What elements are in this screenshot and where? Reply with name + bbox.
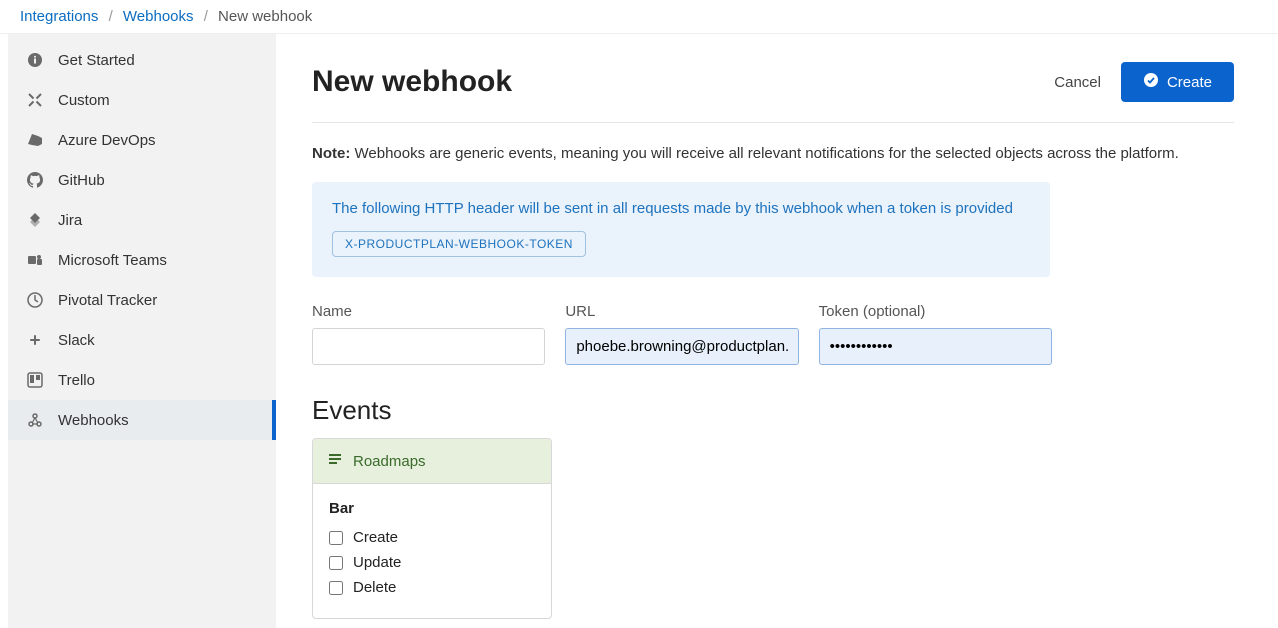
name-label: Name bbox=[312, 303, 545, 320]
sidebar-item-slack[interactable]: Slack bbox=[8, 320, 276, 360]
note-line: Note: Webhooks are generic events, meani… bbox=[312, 145, 1234, 162]
sidebar-item-label: Trello bbox=[58, 372, 95, 389]
sidebar-item-label: GitHub bbox=[58, 172, 105, 189]
main-content: New webhook Cancel Create Note: Webhooks… bbox=[276, 34, 1278, 628]
sidebar-item-azure-devops[interactable]: Azure DevOps bbox=[8, 120, 276, 160]
sidebar-item-webhooks[interactable]: Webhooks bbox=[8, 400, 276, 440]
jira-icon bbox=[26, 211, 44, 229]
note-text: Webhooks are generic events, meaning you… bbox=[350, 145, 1178, 162]
trello-icon bbox=[26, 371, 44, 389]
create-button-label: Create bbox=[1167, 74, 1212, 91]
list-icon bbox=[327, 451, 343, 471]
breadcrumb-sep: / bbox=[204, 8, 208, 25]
sidebar-item-label: Webhooks bbox=[58, 412, 129, 429]
events-panel: Roadmaps Bar Create Update Delete bbox=[312, 438, 552, 619]
sidebar-item-label: Jira bbox=[58, 212, 82, 229]
cancel-button[interactable]: Cancel bbox=[1054, 74, 1101, 91]
url-input[interactable] bbox=[565, 328, 798, 365]
info-circle-icon bbox=[26, 51, 44, 69]
sidebar: Get Started Custom Azure DevOps GitHub J… bbox=[8, 34, 276, 628]
event-label: Create bbox=[353, 529, 398, 546]
sidebar-item-label: Slack bbox=[58, 332, 95, 349]
github-icon bbox=[26, 171, 44, 189]
sidebar-item-custom[interactable]: Custom bbox=[8, 80, 276, 120]
sidebar-item-github[interactable]: GitHub bbox=[8, 160, 276, 200]
sidebar-item-label: Get Started bbox=[58, 52, 135, 69]
sidebar-item-jira[interactable]: Jira bbox=[8, 200, 276, 240]
sidebar-item-pivotal-tracker[interactable]: Pivotal Tracker bbox=[8, 280, 276, 320]
event-label: Update bbox=[353, 554, 401, 571]
form-row: Name URL Token (optional) bbox=[312, 303, 1052, 365]
event-checkbox-create[interactable] bbox=[329, 531, 343, 545]
azure-icon bbox=[26, 131, 44, 149]
info-box: The following HTTP header will be sent i… bbox=[312, 182, 1050, 277]
event-label: Delete bbox=[353, 579, 396, 596]
breadcrumb: Integrations / Webhooks / New webhook bbox=[0, 0, 1278, 34]
teams-icon bbox=[26, 251, 44, 269]
event-row-update: Update bbox=[329, 550, 535, 575]
events-panel-header[interactable]: Roadmaps bbox=[313, 439, 551, 484]
sidebar-item-label: Custom bbox=[58, 92, 110, 109]
check-circle-icon bbox=[1143, 72, 1159, 92]
event-row-create: Create bbox=[329, 525, 535, 550]
url-label: URL bbox=[565, 303, 798, 320]
note-label: Note: bbox=[312, 145, 350, 162]
webhook-icon bbox=[26, 411, 44, 429]
event-row-delete: Delete bbox=[329, 575, 535, 600]
breadcrumb-link-integrations[interactable]: Integrations bbox=[20, 8, 98, 25]
breadcrumb-current: New webhook bbox=[218, 8, 312, 25]
token-label: Token (optional) bbox=[819, 303, 1052, 320]
events-title: Events bbox=[312, 395, 1234, 426]
breadcrumb-sep: / bbox=[109, 8, 113, 25]
sidebar-item-trello[interactable]: Trello bbox=[8, 360, 276, 400]
slack-icon bbox=[26, 331, 44, 349]
sidebar-item-label: Microsoft Teams bbox=[58, 252, 167, 269]
page-title: New webhook bbox=[312, 65, 512, 99]
info-box-text: The following HTTP header will be sent i… bbox=[332, 200, 1030, 217]
event-checkbox-update[interactable] bbox=[329, 556, 343, 570]
sidebar-item-get-started[interactable]: Get Started bbox=[8, 40, 276, 80]
pivotal-icon bbox=[26, 291, 44, 309]
events-group-name: Bar bbox=[329, 500, 535, 517]
sidebar-item-label: Azure DevOps bbox=[58, 132, 156, 149]
breadcrumb-link-webhooks[interactable]: Webhooks bbox=[123, 8, 194, 25]
event-checkbox-delete[interactable] bbox=[329, 581, 343, 595]
create-button[interactable]: Create bbox=[1121, 62, 1234, 102]
token-header-chip: X-PRODUCTPLAN-WEBHOOK-TOKEN bbox=[332, 231, 586, 257]
events-panel-header-label: Roadmaps bbox=[353, 453, 426, 470]
page-header: New webhook Cancel Create bbox=[312, 62, 1234, 123]
token-input[interactable] bbox=[819, 328, 1052, 365]
sidebar-item-microsoft-teams[interactable]: Microsoft Teams bbox=[8, 240, 276, 280]
name-input[interactable] bbox=[312, 328, 545, 365]
wrench-cross-icon bbox=[26, 91, 44, 109]
sidebar-item-label: Pivotal Tracker bbox=[58, 292, 157, 309]
